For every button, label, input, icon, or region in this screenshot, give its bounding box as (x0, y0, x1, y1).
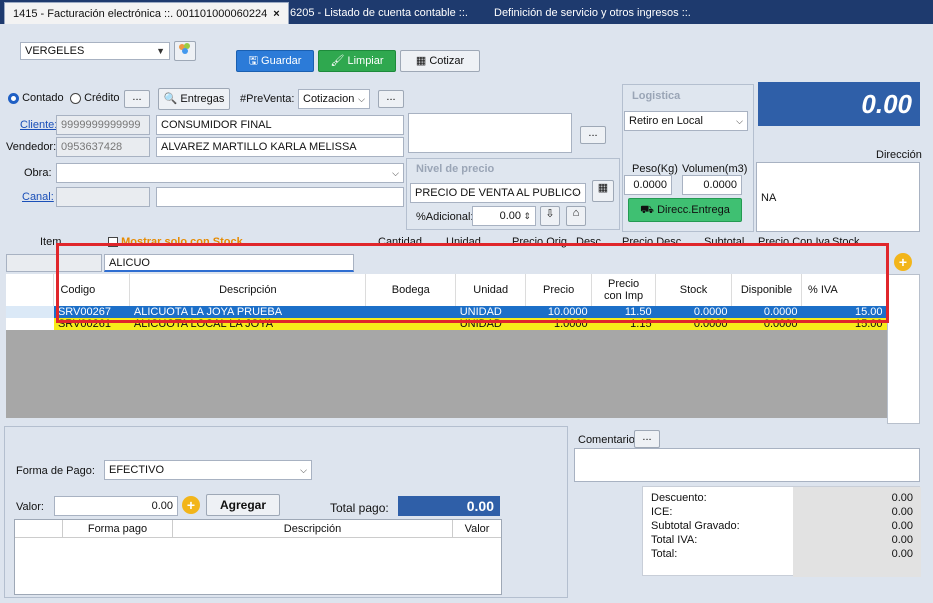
cliente-link[interactable]: Cliente: (20, 119, 57, 131)
direccion-label: Dirección (876, 149, 922, 161)
nivel-precio-title: Nivel de precio (416, 163, 495, 175)
total-final: Total: 0.00 (651, 548, 913, 560)
volumen-label: Volumen(m3) (682, 163, 748, 175)
brush-icon: 🖌 (330, 55, 345, 67)
chevron-down-icon: ⌵ (574, 188, 581, 198)
agregar-button[interactable]: Agregar (206, 494, 280, 516)
volumen-field[interactable]: 0.0000 (682, 175, 742, 195)
highlight-box (56, 243, 889, 323)
payment-col-forma[interactable]: Forma pago (63, 520, 173, 537)
total-descuento: Descuento: 0.00 (651, 492, 913, 504)
direcc-entrega-button[interactable]: ⛟ Direcc.Entrega (628, 198, 742, 222)
comentario-field[interactable] (574, 448, 920, 482)
add-icon: + (182, 496, 200, 514)
total-ice: ICE: 0.00 (651, 506, 913, 518)
payment-col-valor[interactable]: Valor (453, 520, 501, 537)
payment-table: Forma pago Descripción Valor (14, 519, 502, 595)
quote-button[interactable]: ▦ Cotizar (400, 50, 480, 72)
direccion-field[interactable]: NA (756, 162, 920, 232)
payment-rowsel-header (15, 520, 63, 537)
vendedor-name-field[interactable]: ALVAREZ MARTILLO KARLA MELISSA (156, 137, 404, 157)
total-subtotal-gravado: Subtotal Gravado: 0.00 (651, 520, 913, 532)
canal-link[interactable]: Canal: (22, 191, 54, 203)
add-icon[interactable]: + (894, 253, 912, 271)
radio-empty-icon (70, 92, 81, 104)
calculator-icon[interactable]: ▦ (592, 180, 614, 202)
logistica-title: Logistica (632, 90, 681, 102)
grid-header-rowsel (6, 274, 55, 306)
obra-select[interactable]: ⌵ (56, 163, 404, 183)
branch-select[interactable]: VERGELES ▼ (20, 42, 170, 60)
address-textbox[interactable] (408, 113, 572, 153)
chevron-down-icon: ⌵ (300, 465, 307, 475)
comentario-dots-button[interactable]: ... (634, 430, 660, 448)
items-grid-side (887, 274, 920, 424)
chevron-down-icon: ⌵ (358, 94, 365, 104)
delivery-truck-icon: ⛟ (640, 204, 654, 216)
valor-label: Valor: (16, 501, 44, 513)
total-iva: Total IVA: 0.00 (651, 534, 913, 546)
vendedor-label: Vendedor: (6, 141, 57, 153)
tab-definicion-servicio[interactable]: Definición de servicio y otros ingresos … (486, 2, 699, 24)
download-icon[interactable]: ⇩ (540, 206, 560, 226)
adicional-label: %Adicional: (416, 211, 474, 223)
tab-label: 1415 - Facturación electrónica ::. 00110… (13, 8, 268, 20)
spinner-icon: ⇕ (523, 211, 531, 221)
row-selector (6, 318, 54, 330)
total-pago-label: Total pago: (330, 501, 389, 515)
peso-field[interactable]: 0.0000 (624, 175, 672, 195)
preventa-dots-button[interactable]: ... (378, 90, 404, 108)
forma-pago-select[interactable]: EFECTIVO ⌵ (104, 460, 312, 480)
canal-name-field[interactable] (156, 187, 404, 207)
comentario-label: Comentario: (578, 434, 638, 446)
clear-button[interactable]: 🖌 Limpiar (318, 50, 396, 72)
branch-value: VERGELES (25, 45, 85, 57)
preventa-select[interactable]: Cotizacion ⌵ (298, 89, 370, 109)
calculator-icon: ▦ (415, 55, 427, 67)
radio-contado[interactable]: Contado (8, 92, 64, 104)
radio-credito[interactable]: Crédito (70, 92, 120, 104)
payment-table-header: Forma pago Descripción Valor (15, 520, 501, 538)
price-level-select[interactable]: PRECIO DE VENTA AL PUBLICO ⌵ (410, 183, 586, 203)
tab-facturacion[interactable]: 1415 - Facturación electrónica ::. 00110… (4, 2, 289, 24)
canal-id-field[interactable] (56, 187, 150, 207)
save-button[interactable]: 🖫 Guardar (236, 50, 314, 72)
chevron-down-icon: ▼ (156, 46, 165, 56)
total-pago-value: 0.00 (398, 496, 500, 516)
vendedor-id-field[interactable]: 0953637428 (56, 137, 150, 157)
totals-list: Descuento: 0.00 ICE: 0.00 Subtotal Gravado… (651, 491, 913, 561)
total-display: 0.00 (758, 82, 920, 126)
tab-bar: 1415 - Facturación electrónica ::. 00110… (0, 0, 933, 24)
valor-field[interactable]: 0.00 (54, 496, 178, 516)
forma-pago-label: Forma de Pago: (16, 465, 95, 477)
close-icon[interactable]: × (273, 8, 279, 20)
peso-label: Peso(Kg) (632, 163, 678, 175)
totals-panel: Descuento: 0.00 ICE: 0.00 Subtotal Gravado… (642, 486, 921, 577)
row-selector (6, 306, 54, 318)
address-dots-button[interactable]: ... (580, 126, 606, 144)
palette-icon[interactable] (174, 41, 196, 61)
entregas-button[interactable]: 🔍 Entregas (158, 88, 230, 110)
chevron-down-icon: ⌵ (736, 116, 743, 126)
logistica-select[interactable]: Retiro en Local ⌵ (624, 111, 748, 131)
search-icon: 🔍 (163, 93, 178, 105)
payment-col-descripcion[interactable]: Descripción (173, 520, 453, 537)
preventa-label: #PreVenta: (240, 93, 295, 105)
chevron-down-icon: ⌵ (392, 168, 399, 178)
obra-label: Obra: (24, 167, 52, 179)
save-icon: 🖫 (248, 55, 258, 67)
adicional-stepper[interactable]: 0.00 ⇕ (472, 206, 536, 226)
home-icon[interactable]: ⌂ (566, 206, 586, 226)
radio-selected-icon (8, 92, 19, 104)
payment-options-button[interactable]: ... (124, 90, 150, 108)
tab-listado-cuenta[interactable]: 6205 - Listado de cuenta contable ::. (282, 2, 476, 24)
cliente-id-field[interactable]: 9999999999999 (56, 115, 150, 135)
cliente-name-field[interactable]: CONSUMIDOR FINAL (156, 115, 404, 135)
